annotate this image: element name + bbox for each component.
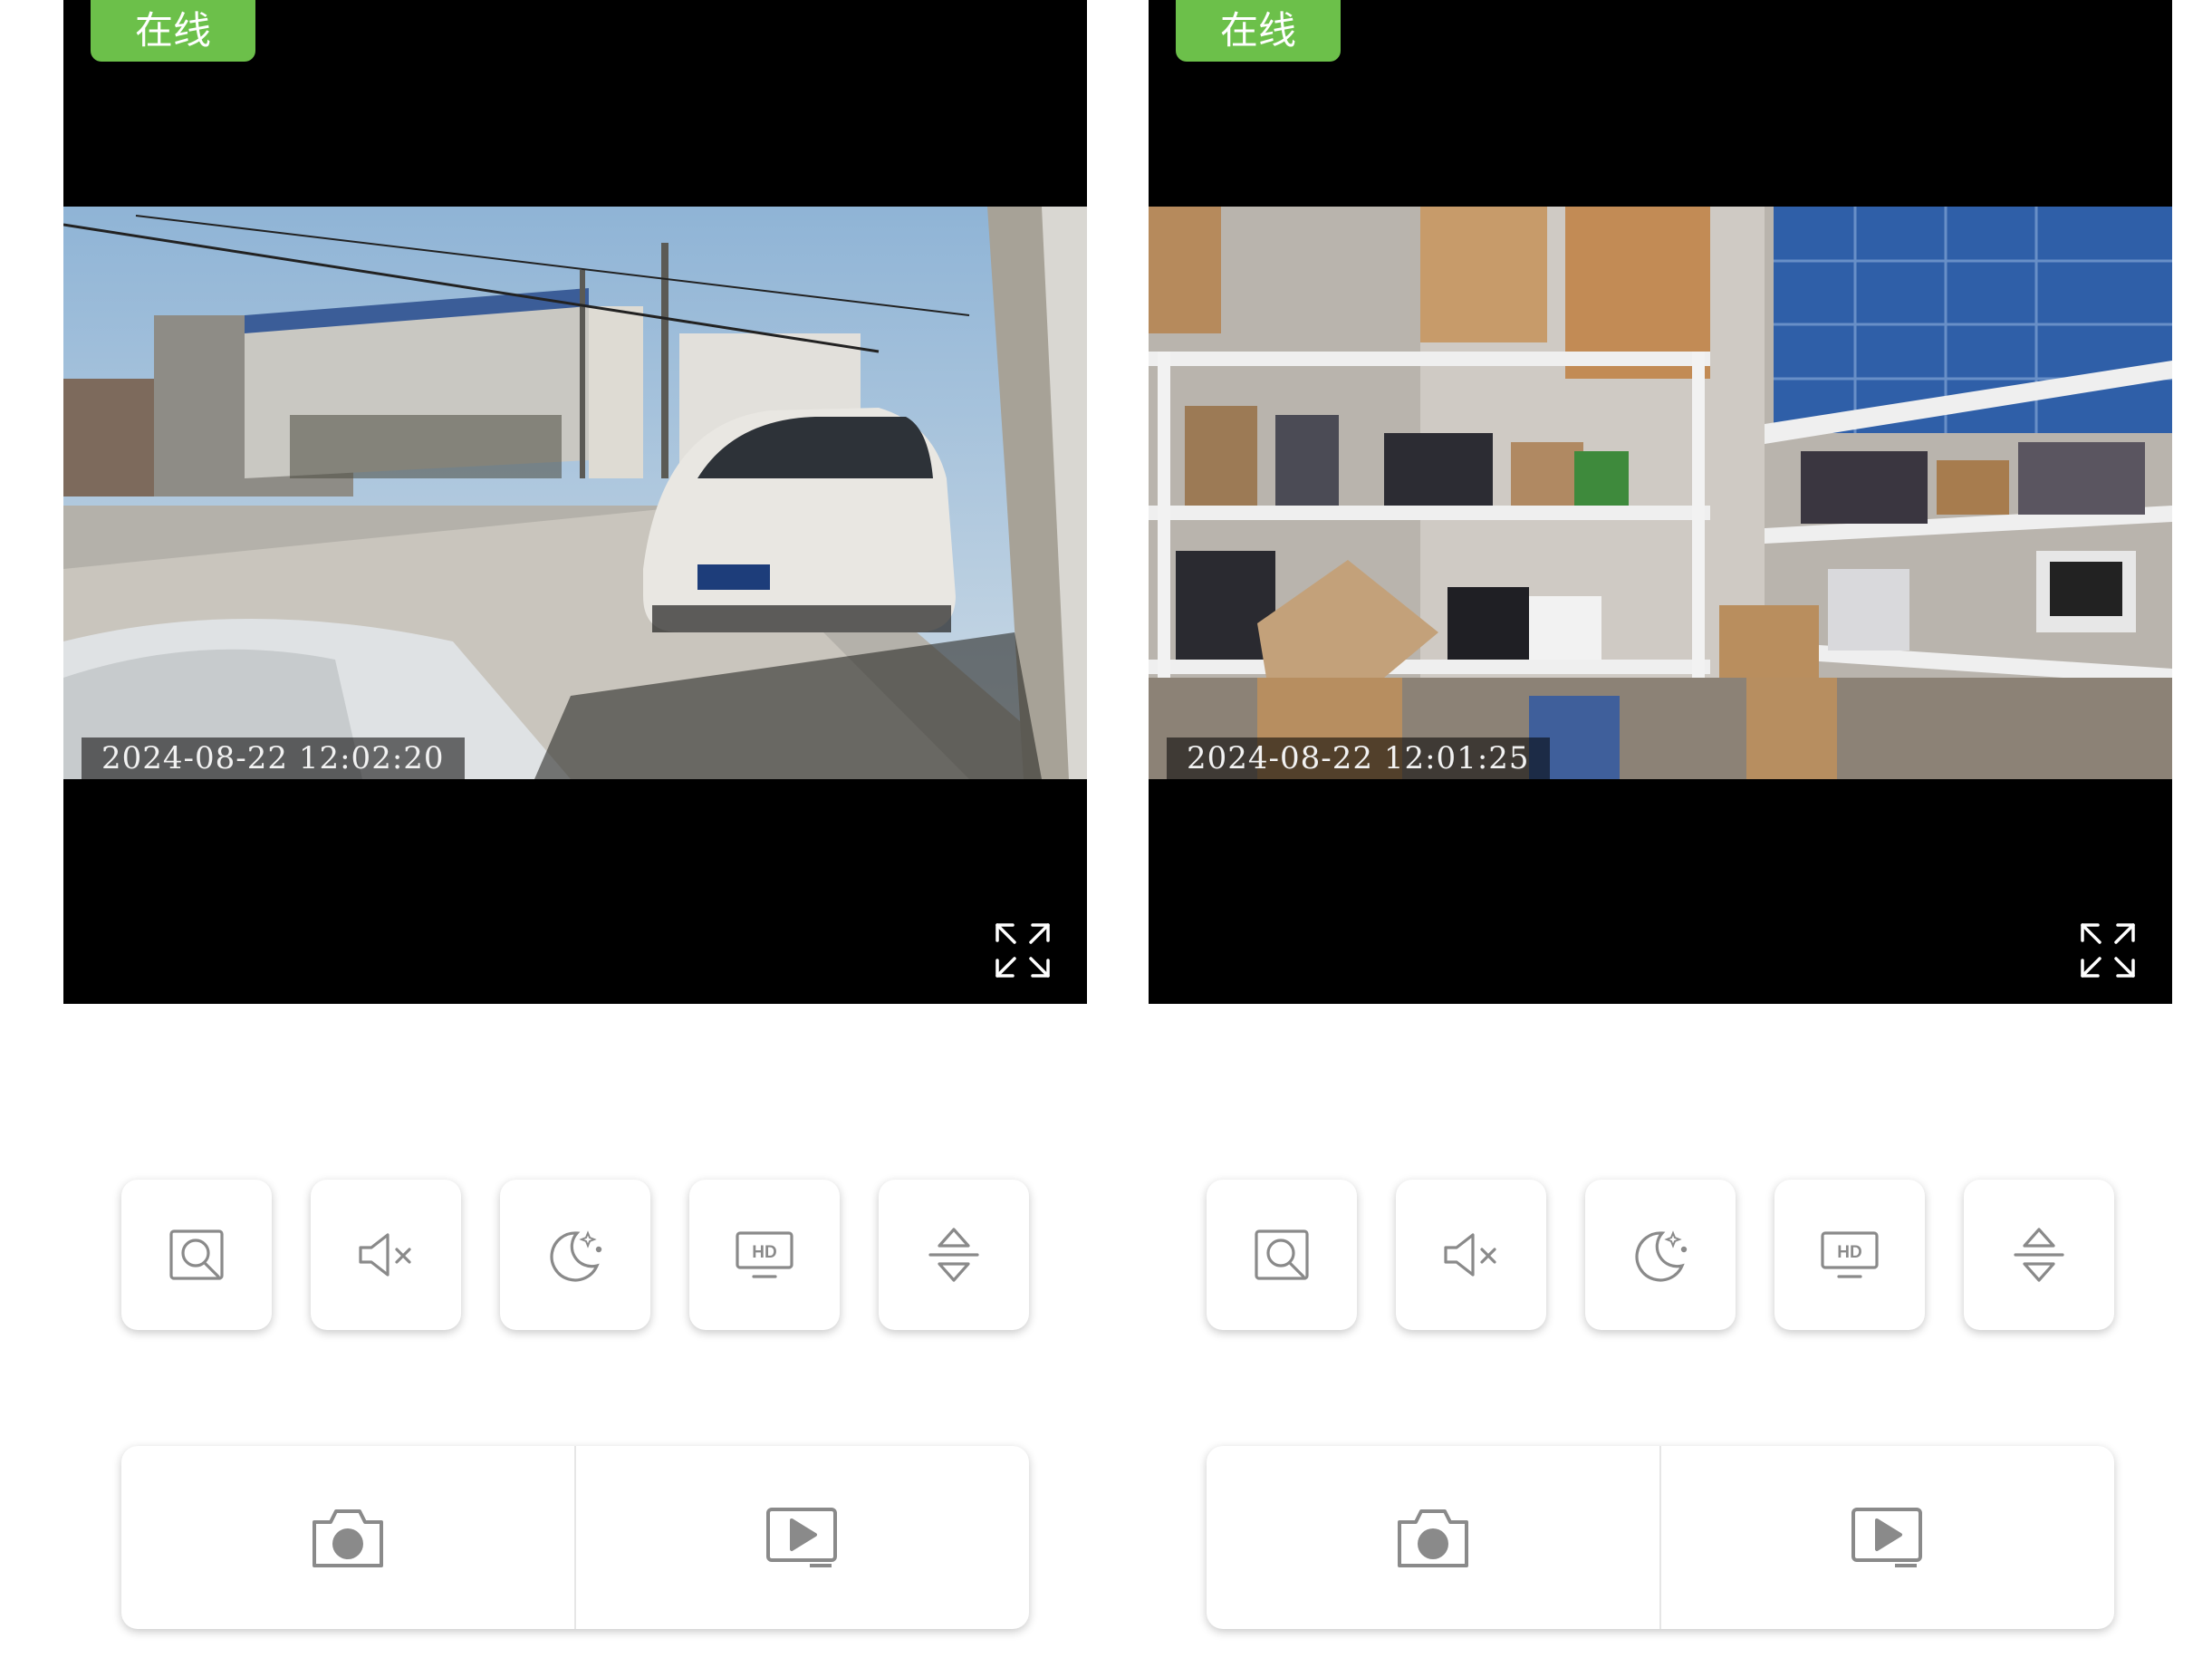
video-viewer[interactable]: 在线 bbox=[63, 0, 1087, 1004]
flip-vertical-icon bbox=[2014, 1228, 2064, 1282]
snapshot-button[interactable] bbox=[121, 1446, 576, 1629]
control-toolbar: HD bbox=[121, 1180, 1029, 1330]
mute-button[interactable] bbox=[311, 1180, 461, 1330]
video-play-icon bbox=[766, 1508, 837, 1567]
fullscreen-icon[interactable] bbox=[2080, 922, 2136, 978]
warehouse-scene-image bbox=[1149, 207, 2172, 779]
zoom-search-icon bbox=[1255, 1229, 1309, 1280]
warehouse-camera-feed[interactable]: 2024-08-22 12:01:25 bbox=[1149, 207, 2172, 779]
zoom-search-button[interactable] bbox=[121, 1180, 272, 1330]
street-camera-feed[interactable]: 2024-08-22 12:02:20 bbox=[63, 207, 1087, 779]
speaker-muted-icon bbox=[359, 1233, 411, 1277]
camera-icon bbox=[313, 1509, 383, 1567]
zoom-search-icon bbox=[169, 1229, 224, 1280]
speaker-muted-icon bbox=[1444, 1233, 1496, 1277]
svg-text:HD: HD bbox=[752, 1243, 776, 1262]
zoom-search-button[interactable] bbox=[1207, 1180, 1357, 1330]
control-toolbar: HD bbox=[1207, 1180, 2114, 1330]
street-scene-image bbox=[63, 207, 1087, 779]
snapshot-button[interactable] bbox=[1207, 1446, 1661, 1629]
action-bar bbox=[1207, 1446, 2114, 1629]
fullscreen-icon[interactable] bbox=[995, 922, 1051, 978]
camera-panel-1: 在线 2024-08-22 12:02:20 HD bbox=[63, 0, 1087, 1658]
flip-button[interactable] bbox=[879, 1180, 1029, 1330]
video-viewer[interactable]: 在线 bbox=[1149, 0, 2172, 1004]
moon-stars-icon bbox=[1635, 1230, 1688, 1282]
video-timestamp: 2024-08-22 12:01:25 bbox=[1167, 737, 1550, 779]
action-bar bbox=[121, 1446, 1029, 1629]
online-status-badge: 在线 bbox=[91, 0, 255, 62]
night-mode-button[interactable] bbox=[500, 1180, 650, 1330]
video-timestamp: 2024-08-22 12:02:20 bbox=[82, 737, 465, 779]
moon-stars-icon bbox=[550, 1230, 602, 1282]
svg-text:HD: HD bbox=[1837, 1243, 1861, 1262]
flip-vertical-icon bbox=[928, 1228, 979, 1282]
hd-quality-button[interactable]: HD bbox=[1774, 1180, 1925, 1330]
video-play-icon bbox=[1851, 1508, 1922, 1567]
hd-monitor-icon: HD bbox=[736, 1231, 793, 1278]
mute-button[interactable] bbox=[1396, 1180, 1546, 1330]
camera-panel-2: 在线 2024-08-22 12:01:25 HD bbox=[1149, 0, 2172, 1658]
playback-button[interactable] bbox=[575, 1446, 1028, 1629]
playback-button[interactable] bbox=[1660, 1446, 2113, 1629]
hd-monitor-icon: HD bbox=[1821, 1231, 1879, 1278]
night-mode-button[interactable] bbox=[1585, 1180, 1736, 1330]
flip-button[interactable] bbox=[1964, 1180, 2114, 1330]
hd-quality-button[interactable]: HD bbox=[689, 1180, 840, 1330]
online-status-badge: 在线 bbox=[1176, 0, 1341, 62]
camera-icon bbox=[1398, 1509, 1468, 1567]
